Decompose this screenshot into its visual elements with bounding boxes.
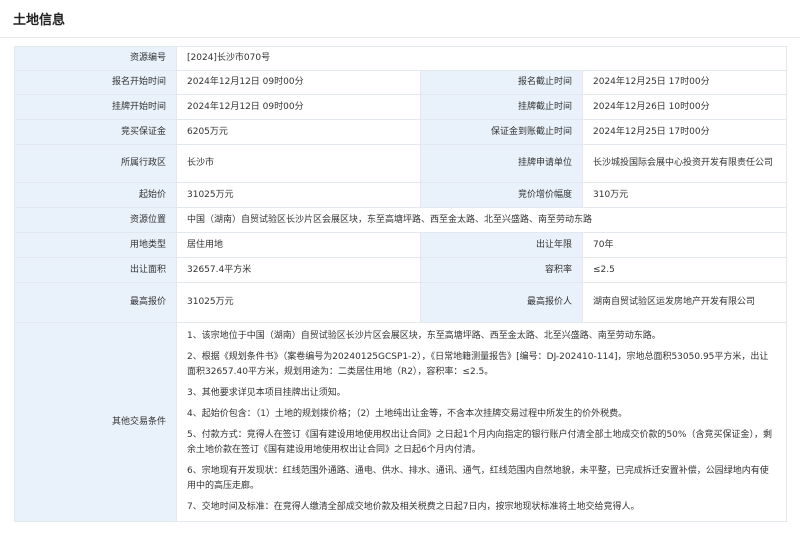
- condition-item: 6、宗地现有开发现状：红线范围外通路、通电、供水、排水、通讯、通气，红线范围内自…: [187, 466, 769, 491]
- location-label: 资源位置: [14, 207, 177, 233]
- deposit-label: 竞买保证金: [14, 119, 177, 145]
- list-end-value: 2024年12月26日 10时00分: [582, 94, 787, 120]
- reg-start-value: 2024年12月12日 09时00分: [176, 70, 421, 95]
- area-label: 出让面积: [14, 257, 177, 283]
- land-info-table-wrap: 资源编号 [2024]长沙市070号 报名开始时间 2024年12月12日 09…: [0, 38, 800, 522]
- condition-item: 2、根据《规划条件书》（案卷编号为20240125GCSP1-2），《日常地籍测…: [187, 352, 769, 377]
- increment-value: 310万元: [582, 182, 787, 208]
- top-bidder-label: 最高报价人: [420, 282, 583, 323]
- table-row: 最高报价 31025万元 最高报价人 湖南自贸试验区运发房地产开发有限公司: [14, 282, 787, 323]
- list-start-value: 2024年12月12日 09时00分: [176, 94, 421, 120]
- term-label: 出让年限: [420, 232, 583, 258]
- district-label: 所属行政区: [14, 144, 177, 183]
- condition-item: 4、起始价包含：（1）土地的规划拨价格；（2）土地纯出让金等，不含本次挂牌交易过…: [187, 409, 628, 419]
- resource-no-value: [2024]长沙市070号: [176, 46, 787, 71]
- reg-start-label: 报名开始时间: [14, 70, 177, 95]
- location-value: 中国（湖南）自贸试验区长沙片区会展区块，东至高塘坪路、西至金太路、北至兴盛路、南…: [176, 207, 787, 233]
- table-row: 其他交易条件 1、该宗地位于中国（湖南）自贸试验区长沙片区会展区块，东至高塘坪路…: [14, 322, 787, 522]
- table-row: 报名开始时间 2024年12月12日 09时00分 报名截止时间 2024年12…: [14, 70, 787, 95]
- land-use-value: 居住用地: [176, 232, 421, 258]
- top-bidder-value: 湖南自贸试验区运发房地产开发有限公司: [582, 282, 787, 323]
- table-row: 挂牌开始时间 2024年12月12日 09时00分 挂牌截止时间 2024年12…: [14, 94, 787, 120]
- table-row: 出让面积 32657.4平方米 容积率 ≤2.5: [14, 257, 787, 283]
- list-start-label: 挂牌开始时间: [14, 94, 177, 120]
- reg-end-label: 报名截止时间: [420, 70, 583, 95]
- start-price-label: 起始价: [14, 182, 177, 208]
- far-label: 容积率: [420, 257, 583, 283]
- district-value: 长沙市: [176, 144, 421, 183]
- condition-item: 3、其他要求详见本项目挂牌出让须知。: [187, 388, 346, 398]
- table-row: 用地类型 居住用地 出让年限 70年: [14, 232, 787, 258]
- top-price-label: 最高报价: [14, 282, 177, 323]
- table-row: 所属行政区 长沙市 挂牌申请单位 长沙城投国际会展中心投资开发有限责任公司: [14, 144, 787, 183]
- increment-label: 竞价增价幅度: [420, 182, 583, 208]
- term-value: 70年: [582, 232, 787, 258]
- deposit-value: 6205万元: [176, 119, 421, 145]
- area-value: 32657.4平方米: [176, 257, 421, 283]
- table-row: 竞买保证金 6205万元 保证金到账截止时间 2024年12月25日 17时00…: [14, 119, 787, 145]
- other-conditions-value: 1、该宗地位于中国（湖南）自贸试验区长沙片区会展区块，东至高塘坪路、西至金太路、…: [176, 322, 787, 522]
- condition-item: 7、交地时间及标准：在竞得人缴清全部成交地价款及相关税费之日起7日内，按宗地现状…: [187, 502, 640, 512]
- reg-end-value: 2024年12月25日 17时00分: [582, 70, 787, 95]
- list-end-label: 挂牌截止时间: [420, 94, 583, 120]
- table-row: 资源编号 [2024]长沙市070号: [14, 46, 787, 71]
- land-info-table: 资源编号 [2024]长沙市070号 报名开始时间 2024年12月12日 09…: [14, 46, 787, 522]
- far-value: ≤2.5: [582, 257, 787, 283]
- land-use-label: 用地类型: [14, 232, 177, 258]
- other-conditions-label: 其他交易条件: [14, 322, 177, 522]
- table-row: 资源位置 中国（湖南）自贸试验区长沙片区会展区块，东至高塘坪路、西至金太路、北至…: [14, 207, 787, 233]
- condition-item: 5、付款方式：竞得人在签订《国有建设用地使用权出让合同》之日起1个月内向指定的银…: [187, 430, 772, 455]
- table-row: 起始价 31025万元 竞价增价幅度 310万元: [14, 182, 787, 208]
- section-header: 土地信息: [0, 0, 800, 38]
- start-price-value: 31025万元: [176, 182, 421, 208]
- deposit-deadline-value: 2024年12月25日 17时00分: [582, 119, 787, 145]
- condition-item: 1、该宗地位于中国（湖南）自贸试验区长沙片区会展区块，东至高塘坪路、西至金太路、…: [187, 331, 661, 341]
- resource-no-label: 资源编号: [14, 46, 177, 71]
- deposit-deadline-label: 保证金到账截止时间: [420, 119, 583, 145]
- applicant-label: 挂牌申请单位: [420, 144, 583, 183]
- section-title: 土地信息: [13, 13, 66, 28]
- top-price-value: 31025万元: [176, 282, 421, 323]
- applicant-value: 长沙城投国际会展中心投资开发有限责任公司: [582, 144, 787, 183]
